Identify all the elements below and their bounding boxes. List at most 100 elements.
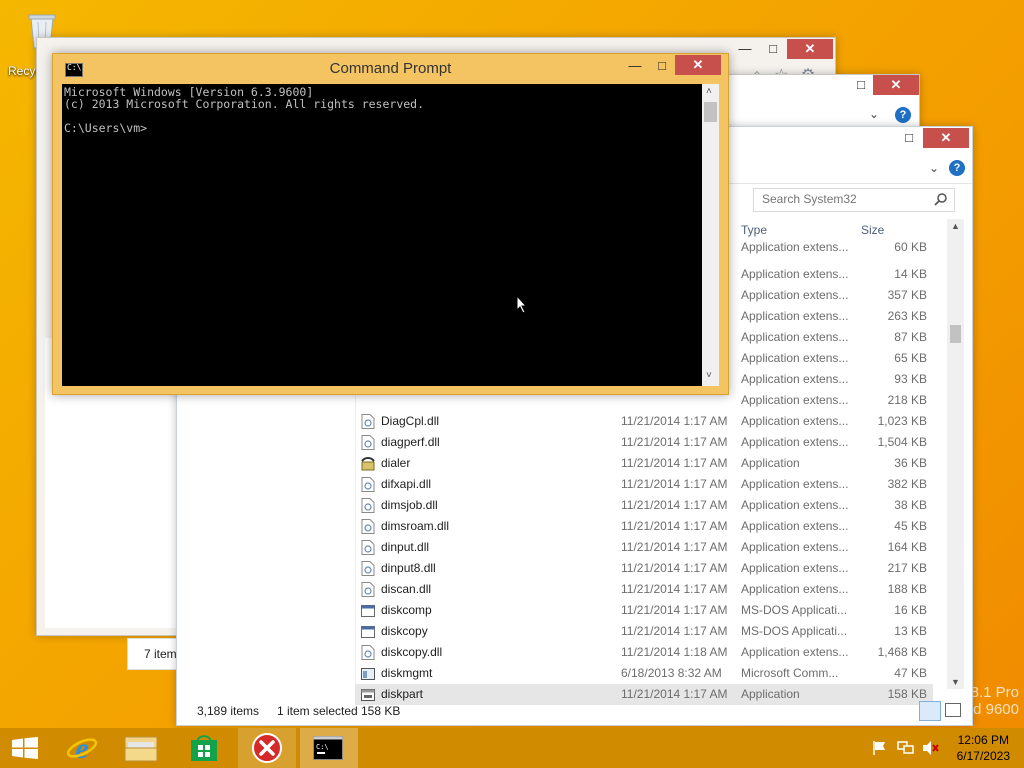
maximize-button[interactable]: □ [648,56,676,76]
search-icon[interactable] [934,192,948,206]
taskbar-clock[interactable]: 12:06 PM 6/17/2023 [957,732,1010,764]
vertical-scrollbar[interactable]: ▲ ▼ [947,219,964,689]
msdos-icon [361,603,375,618]
start-button[interactable] [0,728,50,768]
file-row[interactable]: dimsroam.dll 11/21/2014 1:17 AM Applicatio… [355,516,933,537]
file-type: Application extens... [741,435,849,449]
maximize-button[interactable]: □ [759,39,787,59]
file-size: 16 KB [894,603,927,617]
chevron-down-icon[interactable]: ⌄ [929,161,939,175]
file-name: dinput.dll [381,540,430,554]
file-date: 11/21/2014 1:17 AM [621,624,728,638]
store-icon [191,735,217,761]
file-type: Application extens... [741,330,849,344]
file-type: Application extens... [741,477,849,491]
close-button[interactable]: ✕ [923,128,969,148]
file-row[interactable]: dinput8.dll 11/21/2014 1:17 AM Application… [355,558,933,579]
chevron-up-icon[interactable]: ˄ [706,86,712,97]
dll-icon [361,582,375,597]
file-row[interactable]: diskmgmt 6/18/2013 8:32 AM Microsoft Comm.… [355,663,933,684]
dll-icon [361,645,375,660]
file-row[interactable]: diagperf.dll 11/21/2014 1:17 AM Applicatio… [355,432,933,453]
dll-icon [361,540,375,555]
chevron-down-icon[interactable]: ˅ [706,370,712,381]
minimize-button[interactable]: — [731,39,759,59]
minimize-button[interactable]: — [621,56,649,76]
maximize-button[interactable]: □ [847,75,875,95]
middle-window[interactable]: □ ✕ ⌄ ? [728,74,920,130]
file-type: Application extens... [741,645,849,659]
search-input[interactable] [754,189,932,209]
file-type: Application extens... [741,267,849,281]
taskbar: e C:\ 12:06 PM 6/17/2023 [0,728,1024,768]
file-row[interactable]: DiagCpl.dll 11/21/2014 1:17 AM Application… [355,411,933,432]
folder-icon [124,736,158,762]
status-item-count: 3,189 items [197,704,260,718]
taskbar-error-app[interactable] [238,728,296,768]
file-size: 60 KB [894,240,927,254]
maximize-button[interactable]: □ [895,128,923,148]
scrollbar-thumb[interactable] [950,325,961,343]
svg-text:e: e [75,733,88,763]
file-size: 14 KB [894,267,927,281]
search-box[interactable] [753,188,955,212]
file-type: Application extens... [741,372,849,386]
dll-icon [361,498,375,513]
file-name: dimsroam.dll [381,519,450,533]
close-button[interactable]: ✕ [675,55,721,75]
command-prompt-window[interactable]: C:\ Command Prompt — □ ✕ Microsoft Windo… [52,53,729,395]
clock-time: 12:06 PM [957,733,1009,747]
help-icon[interactable]: ? [949,160,965,176]
scroll-up-icon[interactable]: ▲ [951,221,960,231]
file-name: DiagCpl.dll [381,414,440,428]
file-name: diagperf.dll [381,435,440,449]
help-icon[interactable]: ? [895,107,911,123]
volume-muted-icon[interactable] [922,740,940,759]
taskbar-internet-explorer[interactable]: e [56,728,108,768]
file-row[interactable]: discan.dll 11/21/2014 1:17 AM Application … [355,579,933,600]
file-type: MS-DOS Applicati... [741,624,848,638]
scrollbar-thumb[interactable] [704,102,717,122]
console-output[interactable]: Microsoft Windows [Version 6.3.9600] (c)… [62,84,702,386]
console-scrollbar[interactable]: ˄ ˅ [702,84,719,386]
action-center-flag-icon[interactable] [872,740,888,759]
file-size: 164 KB [887,540,927,554]
file-name: dialer [381,456,411,470]
file-row[interactable]: dimsjob.dll 11/21/2014 1:17 AM Application… [355,495,933,516]
close-button[interactable]: ✕ [787,39,833,59]
file-size: 382 KB [887,477,927,491]
file-row[interactable]: diskcopy.dll 11/21/2014 1:18 AM Applicatio… [355,642,933,663]
chevron-down-icon[interactable]: ⌄ [869,107,879,121]
scroll-down-icon[interactable]: ▼ [951,677,960,687]
file-date: 11/21/2014 1:17 AM [621,414,728,428]
large-icons-view-icon[interactable] [945,703,961,717]
taskbar-command-prompt[interactable]: C:\ [300,728,358,768]
file-row[interactable]: diskcopy 11/21/2014 1:17 AM MS-DOS Applica… [355,621,933,642]
details-view-icon[interactable] [919,701,941,721]
file-row[interactable]: dialer 11/21/2014 1:17 AM Application 36 KB [355,453,933,474]
file-size: 38 KB [894,498,927,512]
taskbar-store[interactable] [178,728,230,768]
file-date: 11/21/2014 1:17 AM [621,456,728,470]
network-icon[interactable] [897,740,915,759]
file-size: 65 KB [894,351,927,365]
file-name: diskcopy.dll [381,645,443,659]
dll-icon [361,519,375,534]
file-row[interactable]: dinput.dll 11/21/2014 1:17 AM Application … [355,537,933,558]
file-row[interactable]: diskcomp 11/21/2014 1:17 AM MS-DOS Applica… [355,600,933,621]
dll-icon [361,435,375,450]
file-type: Application extens... [741,309,849,323]
file-size: 93 KB [894,372,927,386]
file-size: 87 KB [894,330,927,344]
cmd-icon: C:\ [313,736,343,760]
close-button[interactable]: ✕ [873,75,919,95]
file-row[interactable]: difxapi.dll 11/21/2014 1:17 AM Application… [355,474,933,495]
file-type: Application extens... [741,393,849,407]
file-size: 218 KB [887,393,927,407]
file-type: Application extens... [741,351,849,365]
taskbar-file-explorer[interactable] [114,728,168,768]
file-date: 11/21/2014 1:17 AM [621,540,728,554]
file-date: 11/21/2014 1:17 AM [621,477,728,491]
phone-icon [361,456,375,471]
file-size: 47 KB [894,666,927,680]
